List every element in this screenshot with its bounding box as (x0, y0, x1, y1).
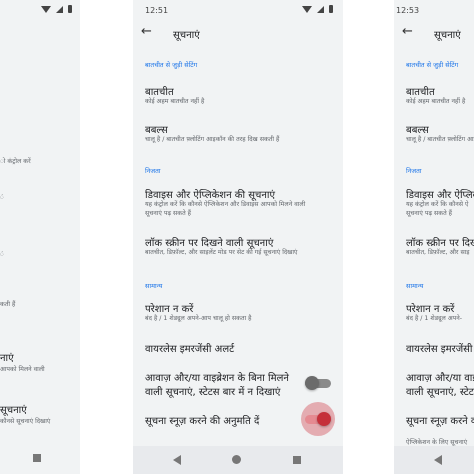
conversations-title[interactable]: बातचीत (145, 84, 174, 98)
left-fragment: ं (0, 251, 4, 258)
hide-silent-toggle[interactable] (305, 376, 331, 390)
toggle-thumb (317, 412, 331, 426)
do-not-disturb-title[interactable]: परेशान न करें (145, 301, 193, 315)
right-phone-screen: 12:53 ← सूचनाएं बातचीत से जुड़ी सेटिंग ब… (394, 0, 474, 474)
nav-recents-icon[interactable] (293, 456, 301, 464)
wireless-emergency-alerts-title[interactable]: वायरलेस इमरजेंसी अलर्ट (406, 341, 474, 355)
status-time: 12:53 (396, 6, 420, 15)
bubbles-title[interactable]: बबल्स (145, 122, 168, 136)
wifi-icon (302, 5, 312, 13)
section-header-general: सामान्य (406, 282, 424, 290)
back-arrow-icon[interactable]: ← (402, 24, 413, 39)
back-arrow-icon[interactable]: ← (141, 24, 152, 39)
status-bar: 12:53 (394, 0, 474, 22)
hide-silent-notifications-title-2[interactable]: वाली सूचनाएं, स्टेटस बार में न दिखाएं (145, 384, 280, 398)
wireless-emergency-alerts-title[interactable]: वायरलेस इमरजेंसी अलर्ट (145, 341, 234, 355)
nav-bar (394, 446, 474, 474)
left-fragment: सूचनाएं (0, 405, 27, 416)
toggle-thumb (305, 376, 319, 390)
device-app-notifications-summary-2: सूचनाएं पढ़ सकते हैं (406, 210, 453, 217)
left-fragment: कौनसे सूचनाएं दिखाएं (0, 418, 51, 425)
section-header-general: सामान्य (145, 282, 163, 290)
app-bar: ← सूचनाएं (133, 22, 343, 44)
device-app-notifications-summary: यह कंट्रोल करें कि कौनसे ऐ (406, 201, 469, 208)
recents-icon[interactable] (33, 454, 41, 462)
hide-silent-notifications-title-2[interactable]: वाली सूचनाएं, स्टेटस (406, 384, 474, 398)
conversations-summary: कोई अहम बातचीत नहीं है (145, 98, 205, 105)
allow-snooze-title[interactable]: सूचना स्नूज़ करने की (406, 413, 474, 427)
signal-icon (317, 5, 324, 13)
device-app-notifications-title[interactable]: डिवाइस और ऐप्लिके (406, 187, 474, 201)
allow-snooze-title[interactable]: सूचना स्नूज़ करने की अनुमति दें (145, 413, 259, 427)
battery-icon (68, 5, 72, 13)
do-not-disturb-title[interactable]: परेशान न करें (406, 301, 454, 315)
allow-snooze-toggle[interactable] (305, 412, 331, 426)
status-bar: 12:51 (133, 0, 343, 22)
do-not-disturb-summary: बंद है / 1 शेड्यूल अपने- (406, 315, 462, 322)
bubbles-title[interactable]: बबल्स (406, 122, 429, 136)
status-icons (41, 5, 72, 13)
hide-silent-notifications-title[interactable]: आवाज़ और/या वाइब्रेशन के बिना मिलने (145, 370, 289, 384)
lock-screen-summary: बातचीत, डिफ़ॉल्ट, और साइ (406, 249, 470, 256)
lock-screen-title[interactable]: लॉक स्क्रीन पर दिखने वाली सूचनाएं (145, 235, 273, 249)
left-fragment: ं (0, 194, 4, 201)
nav-bar (0, 446, 80, 474)
center-phone-screen: 12:51 ← सूचनाएं बातचीत से जुड़ी सेटिंग ब… (133, 0, 343, 474)
page-title: सूचनाएं (434, 30, 461, 41)
bubbles-summary: चालू है / बातचीत फ़्लोटिंग आइकॉन की तरह … (145, 136, 280, 143)
nav-home-icon[interactable] (232, 455, 241, 464)
section-header-conversation: बातचीत से जुड़ी सेटिंग (145, 61, 198, 69)
left-fragment: नाएं (0, 353, 14, 364)
nav-bar (133, 446, 343, 474)
page-title: सूचनाएं (173, 30, 200, 41)
device-app-notifications-summary-2: सूचनाएं पढ़ सकते हैं (145, 210, 192, 217)
status-icons (302, 5, 333, 13)
device-app-notifications-summary: यह कंट्रोल करें कि कौनसे ऐप्लिकेशन और डि… (145, 201, 306, 208)
section-header-privacy: निजता (145, 167, 161, 175)
status-bar (0, 0, 80, 22)
hide-silent-notifications-title[interactable]: आवाज़ और/या वाइब्रेश (406, 370, 474, 384)
left-phone-screen: ो कंट्रोल करें ं ं कती हैं नाएं आपको मिल… (0, 0, 80, 474)
wifi-icon (41, 5, 51, 13)
conversations-title[interactable]: बातचीत (406, 84, 435, 98)
battery-icon (329, 5, 333, 13)
lock-screen-title[interactable]: लॉक स्क्रीन पर दिख (406, 235, 474, 249)
bubbles-summary: चालू है / बातचीत फ़्लोटिंग आइकॉन की तरह … (406, 136, 474, 143)
nav-back-icon[interactable] (173, 455, 181, 465)
conversations-summary: कोई अहम बातचीत नहीं है (406, 98, 466, 105)
signal-icon (56, 5, 63, 13)
do-not-disturb-summary: बंद है / 1 शेड्यूल अपने-आप चालू हो सकता … (145, 315, 252, 322)
left-fragment: ो कंट्रोल करें (0, 158, 31, 165)
lock-screen-summary: बातचीत, डिफ़ॉल्ट, और साइलेंट मोड पर सेट … (145, 249, 298, 256)
left-fragment: आपको मिलने वाली (0, 366, 45, 373)
nav-back-icon[interactable] (434, 455, 442, 465)
left-fragment: कती हैं (0, 301, 16, 308)
device-app-notifications-title[interactable]: डिवाइस और ऐप्लिकेशन की सूचनाएं (145, 187, 275, 201)
status-time: 12:51 (145, 6, 169, 15)
app-bar: ← सूचनाएं (394, 22, 474, 44)
section-header-conversation: बातचीत से जुड़ी सेटिंग (406, 61, 459, 69)
section-header-privacy: निजता (406, 167, 422, 175)
